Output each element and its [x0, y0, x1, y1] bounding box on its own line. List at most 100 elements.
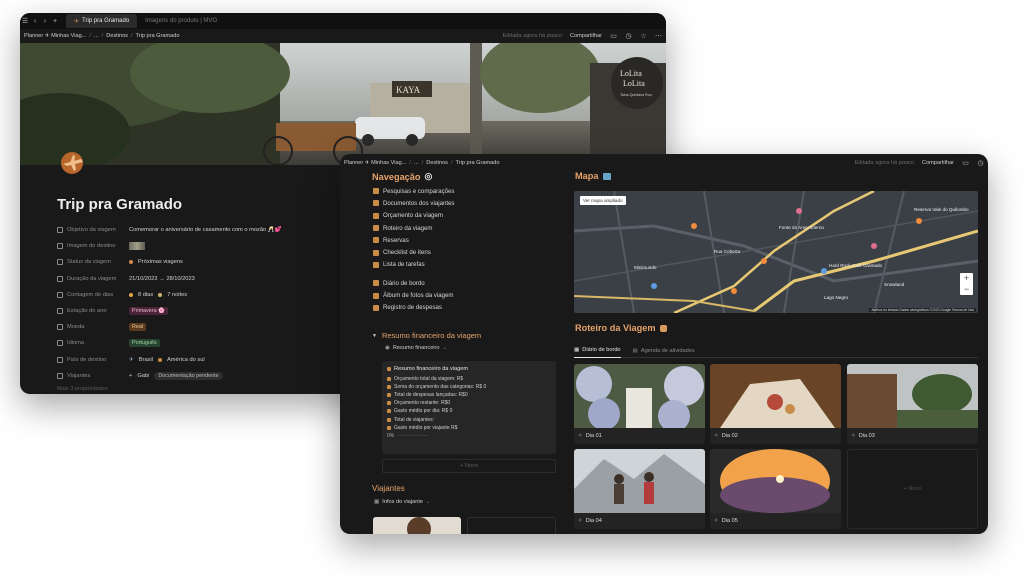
money-bag-icon [387, 367, 391, 371]
nav-item-reservas[interactable]: Reservas [373, 234, 573, 246]
gallery-card-dia-01[interactable]: ✧ Dia 01 [574, 364, 705, 444]
gallery-card-dia-02[interactable]: ✧ Dia 02 [710, 364, 841, 444]
embedded-map[interactable]: Fonte do Amor Eterno Hard Rock Cafe Gram… [574, 191, 978, 313]
resumo-view-tab[interactable]: ◉ Resumo financeiro ⌄ [385, 345, 447, 351]
map-attribution[interactable]: Atalhos do teclado Dados cartográficos ©… [869, 308, 976, 312]
comment-icon[interactable]: ▭ [610, 33, 617, 40]
resumo-line: Orçamento total da viagem: R$ [387, 375, 551, 383]
traveler-photo [373, 517, 461, 534]
share-button-2[interactable]: Compartilhar [922, 160, 954, 166]
nav-item-diario[interactable]: Diário de bordo [373, 277, 573, 289]
pin-icon: ✧ [851, 433, 856, 439]
gallery-card-dia-03[interactable]: ✧ Dia 03 [847, 364, 978, 444]
select-icon [57, 308, 63, 315]
airplane-window-photo [710, 449, 841, 513]
back-icon[interactable]: ‹ [30, 18, 40, 25]
globe-icon [158, 357, 162, 362]
breadcrumb-planner-2[interactable]: Planner ✈ Minhas Viag... [344, 160, 406, 166]
tab-trip-gramado[interactable]: ✈ Trip pra Gramado [66, 14, 138, 28]
nav-item-tarefas[interactable]: Lista de tarefas [373, 259, 573, 271]
edited-status-2: Editada agora há pouco [854, 160, 914, 166]
toggle-triangle-icon: ▼ [372, 332, 377, 339]
house-photo [847, 364, 978, 428]
hand-emoji-icon [659, 324, 667, 332]
person-add-icon: + [129, 372, 133, 379]
sun-icon [129, 292, 133, 297]
pin-icon: ✧ [578, 433, 583, 439]
view-icon: ◉ [385, 345, 390, 351]
breadcrumb-destinos[interactable]: Destinos [106, 33, 128, 39]
map-label: Minimundo [634, 265, 657, 270]
nav-item-roteiro[interactable]: Roteiro da viagem [373, 222, 573, 234]
history-icon[interactable]: ◷ [625, 33, 632, 40]
nav-item-pesquisas[interactable]: Pesquisas e comparações [373, 185, 573, 197]
forward-icon[interactable]: › [40, 18, 50, 25]
browser-tab-bar: ☰ ‹ › + ✈ Trip pra Gramado Imagens do pr… [20, 13, 666, 29]
gallery-view-icon: ▦ [574, 347, 580, 353]
breadcrumb-destinos-2[interactable]: Destinos [426, 160, 448, 166]
edited-status: Editada agora há pouco [502, 33, 562, 39]
status-icon [57, 259, 63, 266]
traveler-card-empty[interactable] [467, 517, 556, 534]
nav-item-album[interactable]: Álbum de fotos da viagem [373, 289, 573, 301]
nav-item-documentos[interactable]: Documentos dos viajantes [373, 197, 573, 209]
viajantes-view-tab[interactable]: ▦ Infos do viajante ⌄ [374, 499, 431, 505]
nav-item-orcamento[interactable]: Orçamento da viagem [373, 210, 573, 222]
resumo-toggle[interactable]: ▼ Resumo financeiro da viagem [372, 331, 481, 340]
menu-icon[interactable]: ☰ [20, 17, 30, 25]
pin-icon: ✧ [578, 518, 583, 524]
language-tag: Português [129, 339, 160, 348]
resumo-line: Total de despesas lançadas: R$0 [387, 391, 551, 399]
new-tab-icon[interactable]: + [50, 18, 60, 25]
document-icon [373, 200, 379, 207]
view-larger-map-button[interactable]: Ver mapa ampliado [580, 196, 626, 205]
mapa-heading: Mapa [575, 171, 611, 181]
airplane-page-icon[interactable] [58, 149, 86, 177]
gallery-card-dia-04[interactable]: ✧ Dia 04 [574, 449, 705, 529]
gallery-card-dia-05[interactable]: ✧ Dia 05 [710, 449, 841, 529]
book-icon [373, 188, 379, 195]
map-icon [373, 225, 379, 232]
progress-percent: 0% [387, 432, 395, 439]
hydrangeas-photo [574, 364, 705, 428]
page-title[interactable]: Trip pra Gramado [57, 196, 182, 213]
kaya-sign-text: KAYA [396, 85, 421, 95]
star-icon[interactable]: ☆ [640, 33, 647, 40]
calendar-icon [57, 275, 63, 282]
traveler-card[interactable] [373, 517, 461, 534]
currency-tag: Real [129, 323, 147, 332]
tab-agenda-atividades[interactable]: ▤ Agenda de atividades [633, 344, 695, 358]
resumo-line: Total de viajantes: [387, 415, 551, 423]
resumo-card[interactable]: Resumo financeiro da viagem Orçamento to… [382, 361, 556, 454]
nav-item-checklist[interactable]: Checklist de itens [373, 246, 573, 258]
zoom-out-icon[interactable]: − [964, 284, 969, 295]
tab-imagens-produto[interactable]: Imagens do produto | MVO [137, 14, 225, 28]
comment-icon-2[interactable]: ▭ [962, 160, 969, 167]
nav-item-despesas[interactable]: Registro de despesas [373, 302, 573, 314]
target-icon [57, 227, 63, 234]
tab-diario-de-bordo[interactable]: ▦ Diário de bordo [574, 344, 621, 358]
formula-icon [57, 291, 63, 298]
notion-window-detail: Planner ✈ Minhas Viag... / ... / Destino… [340, 154, 988, 534]
breadcrumb-ellipsis-2[interactable]: ... [414, 160, 419, 166]
pin-icon: ✧ [714, 518, 719, 524]
chevron-down-icon: ⌄ [442, 345, 448, 351]
breadcrumb-trip[interactable]: Trip pra Gramado [136, 33, 180, 39]
lolita-sign-sub: Talua Quintana Roo [620, 93, 652, 97]
more-icon[interactable]: ⋯ [655, 33, 662, 40]
breadcrumb: Planner ✈ Minhas Viag... / ... / Destino… [24, 32, 662, 40]
destination-thumbnail[interactable] [129, 242, 145, 251]
picnic-photo [710, 364, 841, 428]
zoom-in-icon[interactable]: + [964, 273, 969, 284]
map-zoom-control: + − [960, 273, 973, 295]
new-row-button[interactable]: + Novo [382, 459, 556, 473]
new-card-button[interactable]: + Novo [847, 449, 978, 529]
checklist-icon [373, 249, 379, 256]
breadcrumb-planner[interactable]: Planner ✈ Minhas Viag... [24, 33, 86, 39]
resumo-line: Soma do orçamento das categorias: R$ 0 [387, 383, 551, 391]
share-button[interactable]: Compartilhar [570, 33, 602, 39]
breadcrumb-trip-2[interactable]: Trip pra Gramado [456, 160, 500, 166]
map-label: Snowland [884, 282, 905, 287]
breadcrumb-ellipsis[interactable]: ... [94, 33, 99, 39]
history-icon-2[interactable]: ◷ [977, 160, 984, 167]
